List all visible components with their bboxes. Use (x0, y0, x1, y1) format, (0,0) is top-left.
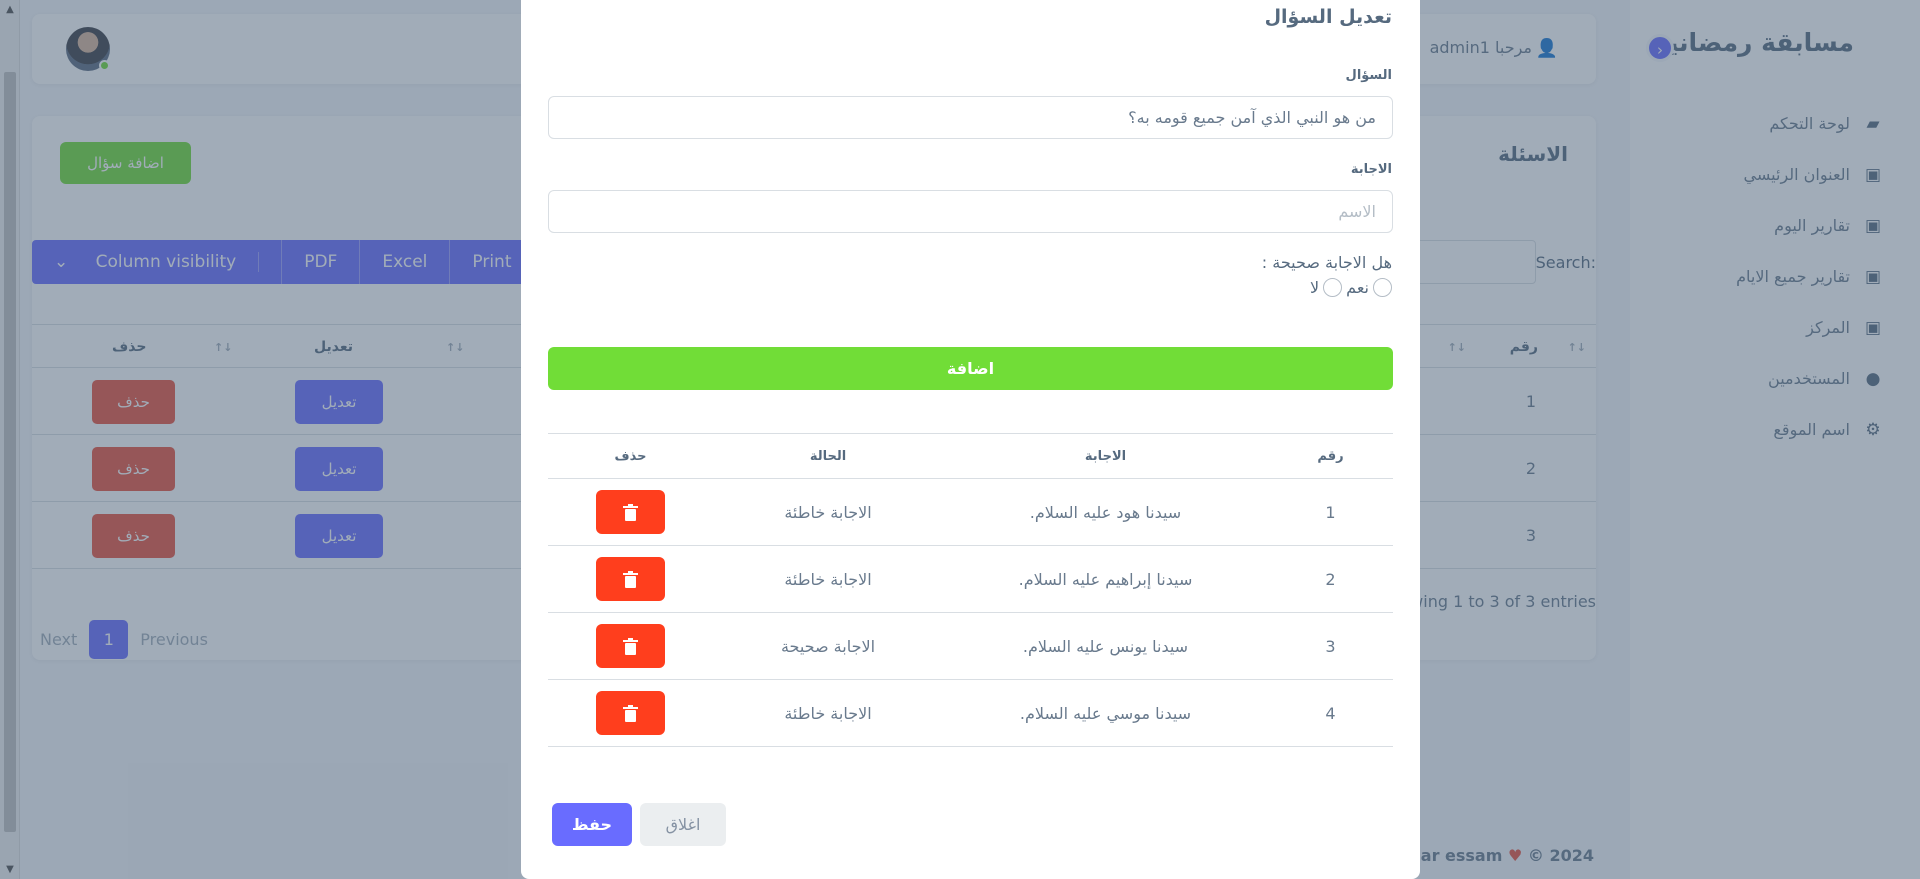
answer-text: سيدنا يونس عليه السلام. (943, 612, 1268, 680)
question-input[interactable] (548, 96, 1393, 139)
column-header-delete: حذف (548, 433, 713, 479)
answer-input[interactable] (548, 190, 1393, 233)
delete-answer-button[interactable] (596, 691, 665, 735)
answer-status: الاجابة خاطئة (713, 679, 943, 747)
radio-no[interactable] (1323, 278, 1343, 297)
delete-answer-button[interactable] (596, 624, 665, 668)
answer-row: 2 سيدنا إبراهيم عليه السلام. الاجابة خاط… (548, 545, 1393, 613)
add-answer-button[interactable]: اضافة (548, 347, 1393, 390)
correct-answer-radio-group: نعم لا (1310, 278, 1392, 297)
answer-text: سيدنا إبراهيم عليه السلام. (943, 545, 1268, 613)
answers-table: رقم الاجابة الحالة حذف 1 سيدنا هود عليه … (548, 433, 1393, 747)
answer-status: الاجابة خاطئة (713, 478, 943, 546)
answer-label: الاجابة (1350, 162, 1392, 177)
trash-icon (623, 571, 638, 588)
column-header-answer: الاجابة (943, 433, 1268, 479)
answer-row: 3 سيدنا يونس عليه السلام. الاجابة صحيحة (548, 612, 1393, 680)
answer-number: 2 (1268, 545, 1393, 613)
radio-yes[interactable] (1373, 278, 1392, 297)
answers-table-header: رقم الاجابة الحالة حذف (548, 433, 1393, 479)
answer-row: 1 سيدنا هود عليه السلام. الاجابة خاطئة (548, 478, 1393, 546)
close-button[interactable]: اغلاق (640, 803, 726, 846)
radio-no-label: لا (1310, 278, 1320, 297)
answer-status: الاجابة خاطئة (713, 545, 943, 613)
answer-status: الاجابة صحيحة (713, 612, 943, 680)
answer-text: سيدنا هود عليه السلام. (943, 478, 1268, 546)
column-header-number: رقم (1268, 433, 1393, 479)
answer-row: 4 سيدنا موسي عليه السلام. الاجابة خاطئة (548, 679, 1393, 747)
radio-yes-label: نعم (1346, 278, 1369, 297)
trash-icon (623, 504, 638, 521)
edit-question-modal: تعديل السؤال السؤال الاجابة هل الاجابة ص… (521, 0, 1420, 879)
answer-number: 1 (1268, 478, 1393, 546)
trash-icon (623, 705, 638, 722)
answer-number: 4 (1268, 679, 1393, 747)
answer-number: 3 (1268, 612, 1393, 680)
trash-icon (623, 638, 638, 655)
delete-answer-button[interactable] (596, 490, 665, 534)
delete-answer-button[interactable] (596, 557, 665, 601)
answer-text: سيدنا موسي عليه السلام. (943, 679, 1268, 747)
question-label: السؤال (1345, 68, 1392, 83)
column-header-status: الحالة (713, 433, 943, 479)
save-button[interactable]: حفظ (552, 803, 632, 846)
correct-answer-question: هل الاجابة صحيحة : (1261, 253, 1392, 272)
modal-title: تعديل السؤال (1264, 6, 1392, 28)
